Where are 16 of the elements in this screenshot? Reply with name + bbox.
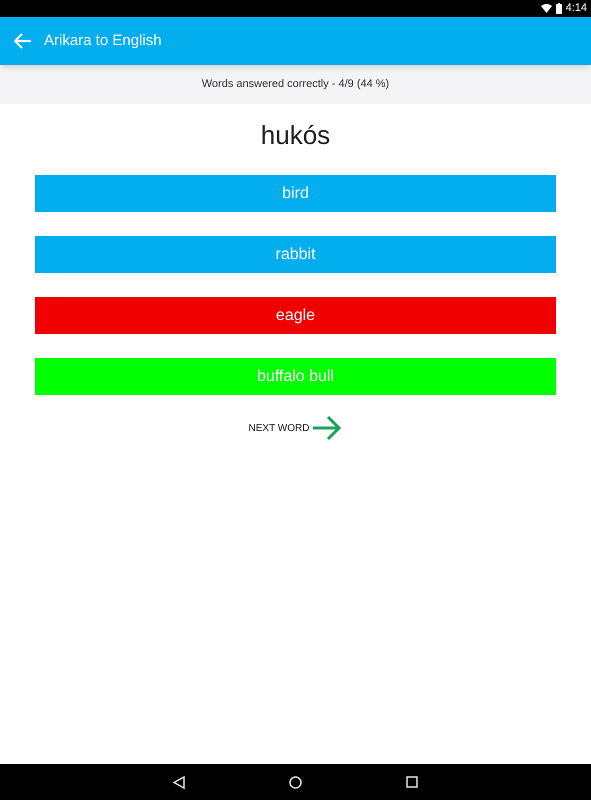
answer-button[interactable]: bird — [35, 175, 556, 212]
screen-title: Arikara to English — [44, 30, 162, 51]
next-word-button[interactable]: NEXT WORD — [248, 415, 342, 441]
recents-icon[interactable] — [406, 776, 418, 788]
quiz-word: hukós — [260, 119, 330, 152]
battery-icon — [556, 3, 562, 14]
home-icon[interactable] — [289, 776, 302, 788]
score-text: Words answered correctly - 4/9 (44 %) — [202, 77, 390, 92]
answer-button[interactable]: eagle — [35, 297, 556, 334]
arrow-right-icon — [312, 415, 342, 441]
back-icon[interactable] — [173, 776, 185, 788]
clock: 4:14 — [566, 1, 587, 16]
back-arrow-icon — [14, 33, 32, 49]
answer-button[interactable]: buffalo bull — [35, 358, 556, 395]
wifi-icon — [540, 4, 552, 13]
answer-button[interactable]: rabbit — [35, 236, 556, 273]
